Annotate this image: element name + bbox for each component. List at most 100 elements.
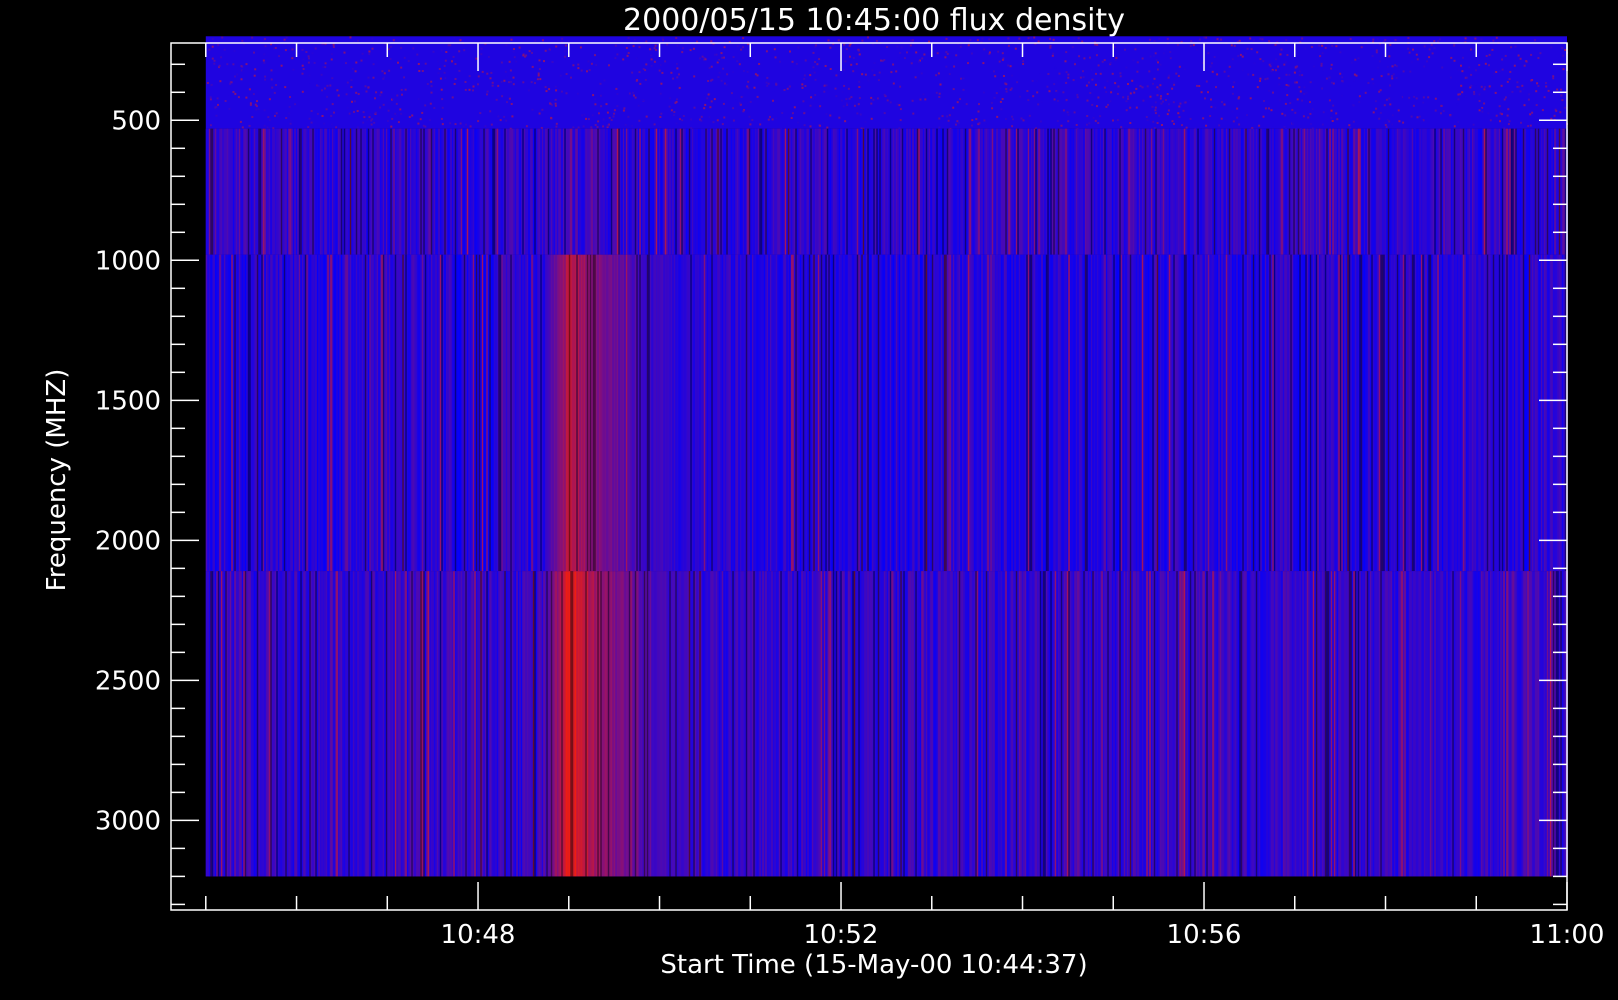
pixel [370, 119, 373, 122]
time-column [544, 128, 547, 255]
time-column [1537, 254, 1540, 572]
pixel [1339, 51, 1342, 54]
time-column [408, 128, 410, 255]
time-column [1500, 128, 1502, 255]
time-column [942, 571, 944, 877]
pixel [555, 45, 558, 48]
time-column [1294, 254, 1297, 572]
time-column [486, 128, 488, 255]
pixel [1007, 64, 1010, 67]
pixel [321, 115, 324, 117]
time-column [1176, 254, 1178, 572]
time-column [1080, 128, 1082, 255]
pixel [1156, 86, 1159, 89]
time-column [1153, 254, 1156, 572]
pixel [577, 63, 580, 66]
time-column [249, 254, 251, 572]
time-column [735, 254, 737, 572]
time-column [1461, 128, 1463, 255]
time-column [1249, 254, 1252, 572]
pixel [1527, 125, 1530, 127]
time-column [1060, 571, 1063, 877]
time-column [282, 128, 284, 255]
time-column [738, 128, 740, 255]
time-column [439, 254, 442, 572]
time-column [372, 254, 374, 572]
time-column [991, 128, 994, 255]
pixel [638, 46, 641, 49]
time-column [759, 128, 761, 255]
pixel [809, 125, 812, 128]
time-column [1542, 254, 1544, 572]
time-column [267, 254, 269, 572]
pixel [353, 110, 355, 113]
time-column [877, 254, 880, 572]
time-column [1261, 254, 1264, 572]
time-column [1281, 571, 1283, 877]
time-column [1312, 254, 1315, 572]
time-column [501, 254, 503, 572]
time-column [967, 254, 970, 572]
time-column [1134, 128, 1136, 255]
time-column [1138, 128, 1141, 255]
pixel [218, 64, 221, 67]
time-column [1482, 571, 1484, 877]
time-column [760, 128, 763, 255]
time-column [819, 128, 821, 255]
time-column [1368, 128, 1370, 255]
pixel [622, 58, 625, 61]
time-column [1180, 254, 1183, 572]
pixel [579, 46, 582, 49]
pixel [254, 68, 257, 71]
time-column [663, 128, 665, 255]
time-column [249, 571, 251, 877]
time-column [1077, 128, 1079, 255]
pixel [1065, 71, 1068, 74]
time-column [472, 128, 475, 255]
pixel [825, 84, 828, 87]
pixel [208, 48, 211, 51]
time-column [339, 128, 341, 255]
time-column [999, 571, 1001, 877]
pixel [531, 108, 534, 111]
pixel [1088, 81, 1090, 84]
pixel [1449, 114, 1452, 117]
time-column [238, 254, 241, 572]
time-column [793, 128, 796, 255]
pixel [477, 75, 480, 78]
time-column [565, 254, 568, 572]
pixel [371, 47, 374, 50]
pixel [723, 46, 726, 49]
pixel [818, 58, 821, 61]
pixel [323, 122, 326, 125]
time-column [354, 254, 356, 572]
time-column [955, 128, 958, 255]
time-column [412, 571, 415, 877]
pixel [970, 52, 973, 55]
time-column [1561, 254, 1564, 572]
pixel [396, 94, 399, 97]
time-column [750, 254, 752, 572]
time-column [330, 254, 332, 572]
time-column [1204, 128, 1207, 255]
pixel [1500, 84, 1503, 87]
time-column [1315, 128, 1318, 255]
time-column [532, 128, 535, 255]
pixel [803, 124, 806, 127]
time-column [526, 254, 529, 572]
time-column [1081, 254, 1084, 572]
pixel [1214, 106, 1217, 109]
pixel [1484, 62, 1487, 65]
time-column [1560, 571, 1562, 877]
time-column [555, 571, 557, 877]
time-column [1191, 254, 1193, 572]
time-column [736, 254, 739, 572]
time-column [595, 571, 598, 877]
time-column [231, 128, 233, 255]
pixel [239, 120, 242, 123]
time-column [997, 254, 1000, 572]
pixel [1236, 116, 1239, 119]
time-column [1512, 254, 1514, 572]
time-column [216, 571, 218, 877]
time-column [675, 128, 677, 255]
